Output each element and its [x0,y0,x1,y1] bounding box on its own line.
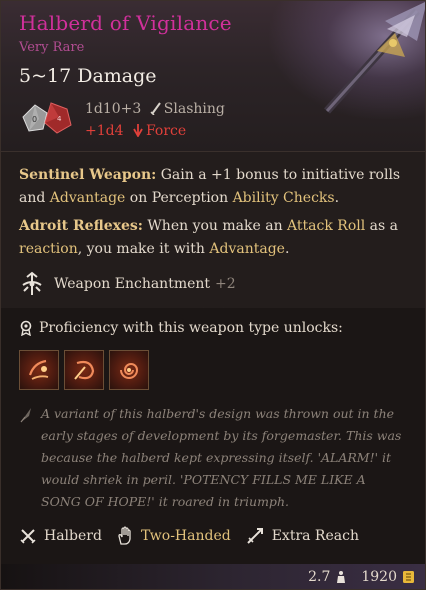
weapon-type-property[interactable]: Halberd [19,527,102,545]
passive-text: on Perception [125,190,233,206]
gold-value: 1920 [361,569,397,585]
reaction-link[interactable]: reaction [19,241,78,257]
spin-action-icon[interactable] [64,350,104,390]
passives-section: Sentinel Weapon: Gain a +1 bonus to init… [1,151,425,308]
attack-roll-link[interactable]: Attack Roll [287,218,365,234]
base-dice: 1d10+3 [85,101,142,117]
flavor-text: A variant of this halberd's design was t… [41,406,402,509]
base-damage: 1d10+3 Slashing [85,101,225,117]
bonus-damage: +1d4 Force [85,123,186,139]
proficiency-icon [20,320,32,336]
weapon-enchantment[interactable]: Weapon Enchantment +2 [19,270,236,298]
slashing-icon [150,102,161,115]
sentinel-weapon-passive: Sentinel Weapon: Gain a +1 bonus to init… [19,164,411,210]
dice-icon: 0 4 [22,102,72,134]
enchantment-label: Weapon Enchantment [54,276,211,292]
advantage-link[interactable]: Advantage [50,190,126,206]
bonus-dice: +1d4 [85,123,124,139]
swirl-action-icon[interactable] [109,350,149,390]
weight-value: 2.7 [308,569,331,585]
crossed-swords-icon [20,529,36,544]
adroit-reflexes-passive: Adroit Reflexes: When you make an Attack… [19,215,411,261]
passive-text: . [284,241,290,257]
svg-text:0: 0 [32,115,37,124]
proficiency-actions [19,350,149,390]
handedness-property[interactable]: Two-Handed [116,526,231,546]
item-stats: 2.7 1920 [308,569,415,585]
force-icon [133,124,143,137]
svg-text:4: 4 [57,115,62,123]
halberd-art-icon [267,1,425,121]
quill-icon [20,408,31,423]
weapon-type-label: Halberd [44,528,102,544]
passive-label: Sentinel Weapon: [19,167,157,183]
damage-type: Slashing [163,101,225,117]
reach-property[interactable]: Extra Reach [245,526,359,546]
passive-label: Adroit Reflexes: [19,218,143,234]
enchantment-bonus: +2 [215,276,236,292]
reach-label: Extra Reach [271,528,359,544]
hand-icon [118,526,131,545]
proficiency-label: Proficiency with this weapon type unlock… [39,320,343,336]
item-tooltip: Halberd of Vigilance Very Rare 5~17 Dama… [0,0,426,590]
tooltip-footer: 2.7 1920 [1,564,425,589]
reach-icon [246,528,263,544]
weapon-properties: Halberd Two-Handed Extra Reach [19,526,373,546]
slash-action-icon[interactable] [19,350,59,390]
handedness-label: Two-Handed [140,528,231,544]
passive-text: as a [365,218,398,234]
passive-text: When you make an [142,218,288,234]
weight-icon [337,571,346,583]
item-name: Halberd of Vigilance [19,11,232,35]
ability-checks-link[interactable]: Ability Checks [233,190,335,206]
details-section: Proficiency with this weapon type unlock… [1,308,425,564]
proficiency-header: Proficiency with this weapon type unlock… [19,320,343,336]
enchantment-icon [22,271,42,295]
gold-icon [403,571,414,583]
damage-range: 5~17 Damage [19,65,157,87]
passive-text: , you make it with [77,241,210,257]
bonus-type: Force [145,123,187,139]
passive-text: . [334,190,340,206]
item-rarity: Very Rare [19,40,85,55]
tooltip-header: Halberd of Vigilance Very Rare 5~17 Dama… [1,1,425,151]
advantage-link[interactable]: Advantage [209,241,285,257]
